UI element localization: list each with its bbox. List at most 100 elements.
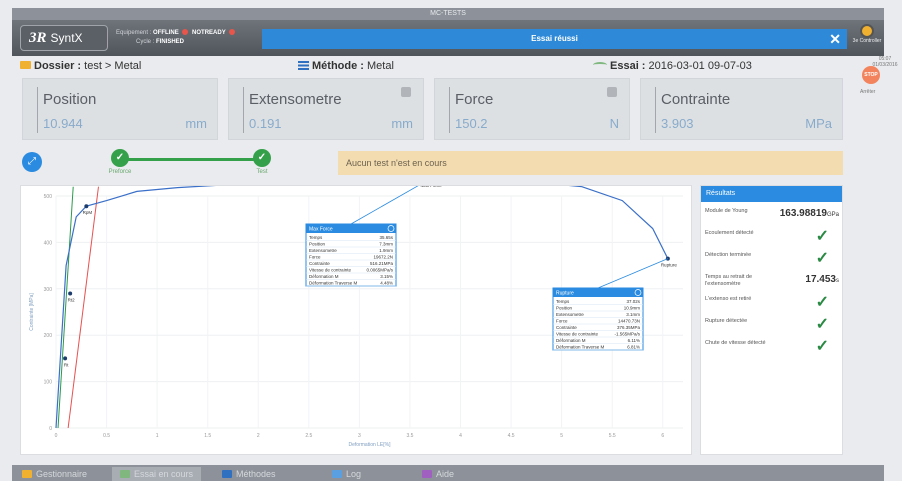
result-value: 163.98819GPa (779, 208, 839, 219)
tile-label: Contrainte (661, 91, 731, 108)
x-tick-label: 1.5 (204, 433, 211, 439)
offset-line (67, 186, 99, 429)
folder-label: Dossier : (34, 60, 85, 72)
marker-label: Rt (64, 362, 69, 367)
check-icon: ✓ (815, 228, 829, 245)
window-title: MC-TESTS (430, 10, 466, 17)
folder-icon (20, 61, 31, 69)
x-tick-label: 6 (661, 433, 664, 439)
tile-label: Extensometre (249, 91, 342, 108)
test-label: Essai : (610, 60, 649, 72)
popup-row-label: Position (309, 242, 326, 247)
stress-strain-chart[interactable]: 0 100 200 300 400 500 0 0.5 1 1.5 2 2.5 3 3.5 4 4.5 5 5.5… (20, 185, 692, 455)
tab-essai-en-cours[interactable]: Essai en cours (112, 467, 202, 481)
popup-connector (597, 258, 668, 289)
popup-row-value: 6.11% (628, 338, 640, 343)
x-tick-label: 1 (156, 433, 159, 439)
popup-row-label: Vitesse de contrainte (309, 268, 351, 273)
result-rupture-detected: Rupture détectée ✓ (705, 314, 839, 336)
result-extenso-time: Temps au retrait de l'extensomètre 17.45… (705, 270, 839, 292)
marker-label: Rt2 (68, 297, 76, 302)
log-icon (332, 470, 342, 478)
step-test-label: Test (256, 169, 268, 175)
popup-row-value: 19672.2N (373, 255, 393, 260)
bottom-tabs: Gestionnaire Essai en cours Méthodes Log… (12, 465, 884, 481)
y-tick-label: 500 (44, 194, 53, 200)
popup-row-value: 4.48% (380, 281, 393, 286)
method-label: Méthode : (312, 60, 367, 72)
tile-unit: mm (391, 116, 413, 131)
expand-icon[interactable]: ⤢ (22, 152, 42, 172)
tare-icon[interactable] (607, 87, 617, 97)
popup-row-value: 376.35MPa (617, 325, 641, 330)
method-crumb[interactable]: Méthode : Metal (298, 60, 394, 72)
popup-row-value: 37.02s (626, 299, 640, 304)
y-tick-label: 200 (44, 333, 53, 339)
result-label: Ecoulement détecté (705, 230, 754, 236)
popup-title: Rupture (556, 291, 574, 297)
chart-canvas[interactable]: 0 100 200 300 400 500 0 0.5 1 1.5 2 2.5 3 3.5 4 4.5 5 5.5… (21, 186, 693, 456)
popup-connector (350, 186, 419, 225)
equipment-label: Equipement : (116, 30, 152, 36)
stop-button[interactable]: STOP (862, 66, 880, 84)
tile-value: 0.191 (249, 116, 282, 131)
tile-label: Position (43, 91, 97, 108)
help-icon (422, 470, 432, 478)
status-message: Essai réussi (531, 34, 578, 43)
test-info-message: Aucun test n'est en cours (346, 158, 447, 168)
result-detection-done: Détection terminée ✓ (705, 248, 839, 270)
marker-point (68, 291, 73, 296)
popup-row-label: Déformation Traverse M (556, 345, 605, 350)
method-value: Metal (367, 60, 394, 72)
tab-aide[interactable]: Aide (422, 467, 454, 481)
list-icon (222, 470, 232, 478)
x-tick-label: 0.5 (103, 433, 110, 439)
y-tick-label: 0 (49, 426, 52, 432)
check-icon: ✓ (815, 250, 829, 267)
popup-title: Max Force (309, 227, 333, 233)
step-test-check-icon: ✓ (253, 149, 271, 167)
folder-crumb[interactable]: Dossier : test > Metal (20, 60, 141, 72)
tab-gestionnaire[interactable]: Gestionnaire (22, 467, 87, 481)
user-menu[interactable]: 3e Controller (850, 24, 884, 44)
tab-log[interactable]: Log (332, 467, 361, 481)
marker-point (84, 204, 89, 209)
popup-row-label: Extensometre (556, 312, 584, 317)
tile-unit: N (609, 116, 619, 131)
tab-methodes[interactable]: Méthodes (222, 467, 276, 481)
result-label: Temps au retrait de l'extensomètre (705, 274, 753, 287)
popup-row-label: Temps (556, 299, 570, 304)
tare-icon[interactable] (401, 87, 411, 97)
tile-unit: MPa (805, 116, 832, 131)
test-curve-icon (593, 62, 607, 68)
y-tick-label: 400 (44, 240, 53, 246)
popup-row-value: 0.0065MPa/s (366, 268, 393, 273)
app-logo: 3R SyntX (20, 25, 108, 51)
close-icon[interactable]: ✕ (829, 29, 841, 49)
result-extenso-removed: L'extenso est retiré ✓ (705, 292, 839, 314)
popup-row-value: 14470.73N (618, 319, 640, 324)
popup-row-value: 3.15% (380, 274, 393, 279)
marker-label: RpM (83, 210, 93, 215)
tile-value: 150.2 (455, 116, 488, 131)
step-preforce-label: Preforce (108, 169, 132, 175)
popup-row-value: 516.21MPa (370, 261, 394, 266)
check-icon: ✓ (815, 338, 829, 355)
popup-row-label: Déformation Traverse M (309, 281, 358, 286)
x-tick-label: 2.5 (305, 433, 312, 439)
step-connector (121, 158, 261, 161)
result-label: Module de Young (705, 208, 748, 214)
popup-row-label: Force (556, 319, 568, 324)
tile-unit: mm (185, 116, 207, 131)
result-label: Chute de vitesse détecté (705, 340, 766, 346)
app-header: 3R SyntX Equipement : OFFLINE NOTREADY C… (12, 20, 884, 56)
tile-force: Force 150.2 N (434, 78, 630, 140)
user-avatar-icon (860, 24, 874, 38)
x-tick-label: 2 (257, 433, 260, 439)
results-panel: Résultats Module de Young 163.98819GPa E… (700, 185, 843, 455)
test-stepper: ✓ Preforce ✓ Test (95, 148, 295, 180)
results-title: Résultats (701, 186, 842, 202)
marker-point (63, 356, 68, 361)
check-icon: ✓ (815, 294, 829, 311)
test-crumb[interactable]: Essai : 2016-03-01 09-07-03 (593, 60, 752, 72)
